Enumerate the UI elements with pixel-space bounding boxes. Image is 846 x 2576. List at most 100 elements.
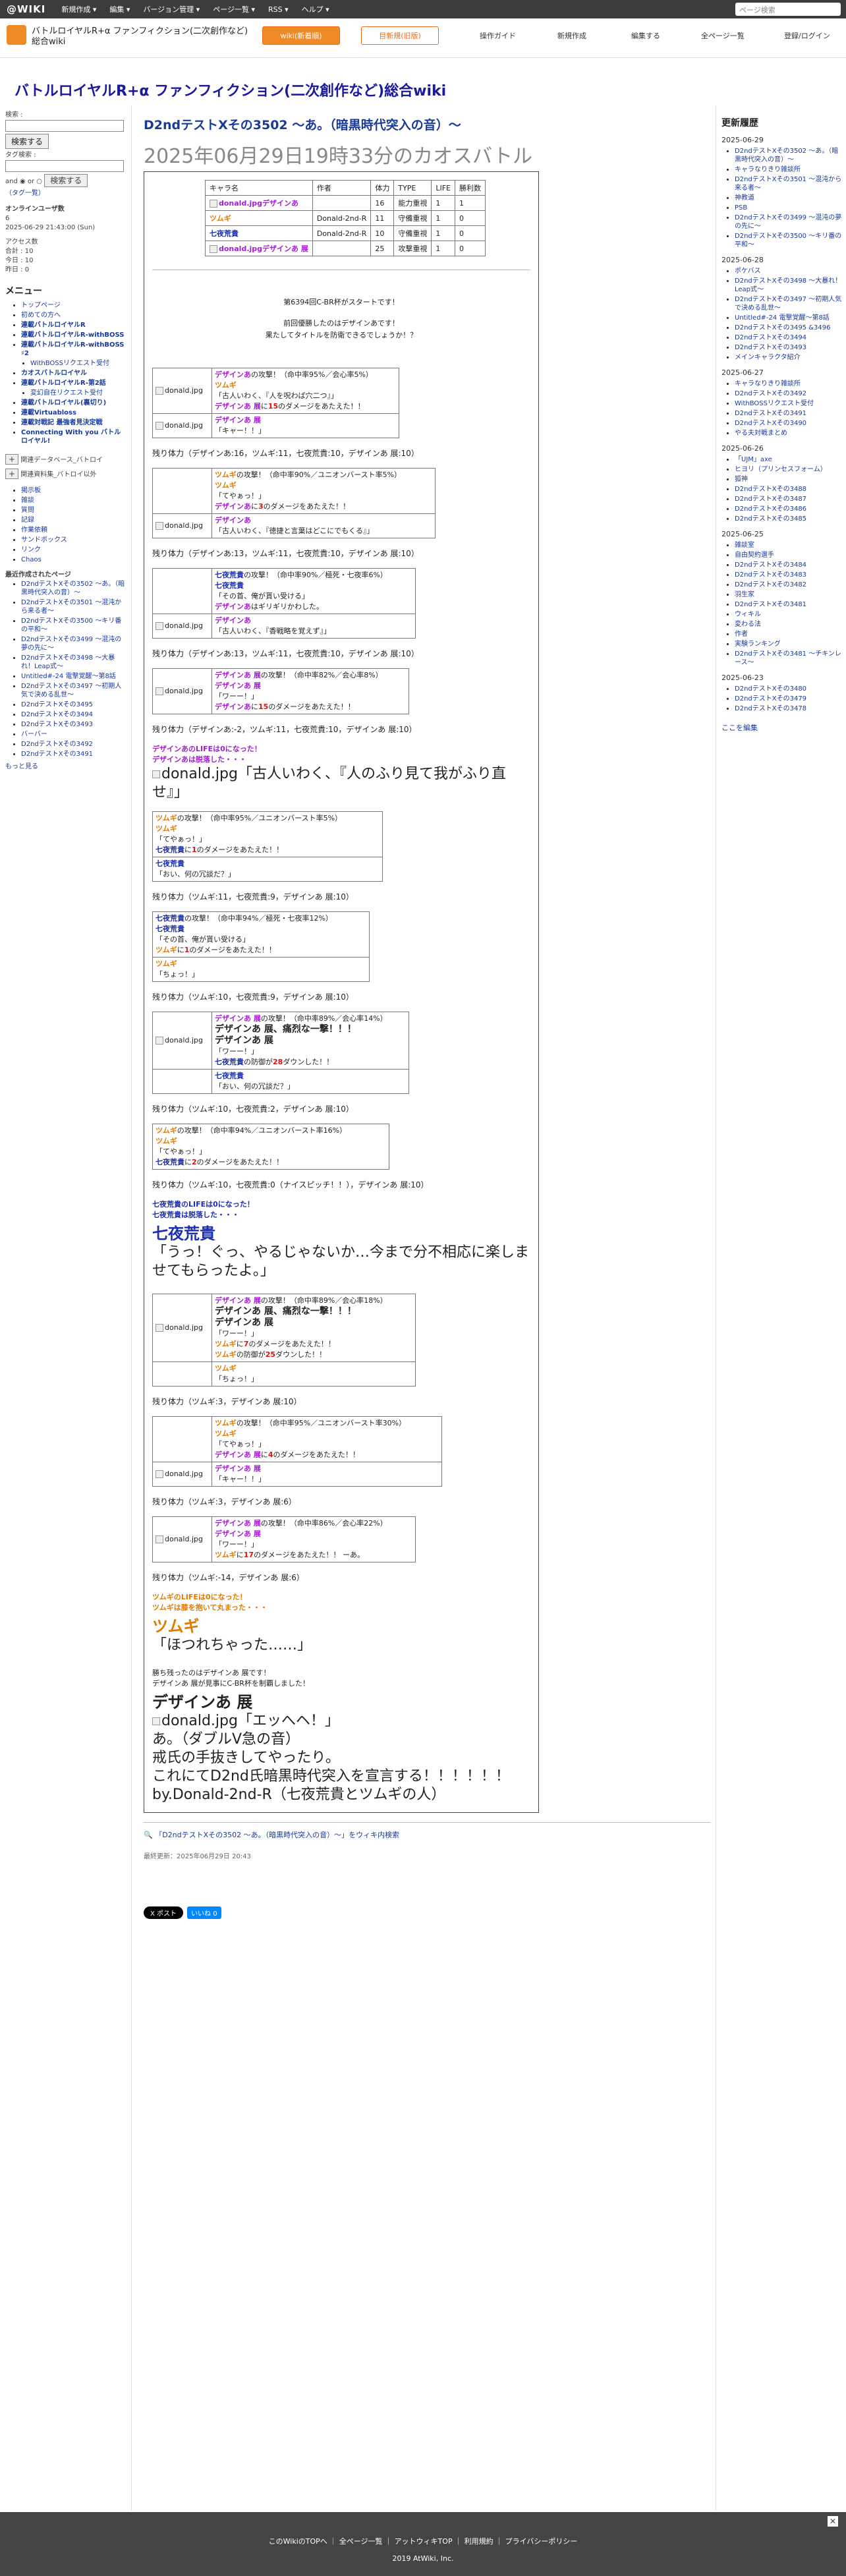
history-item[interactable]: キャラなりきり雑談所 <box>735 166 801 173</box>
menu-item[interactable]: 連載バトルロイヤルR-withBOSS <box>21 331 125 339</box>
history-item[interactable]: D2ndテストXその3483 <box>735 571 806 579</box>
menu-item[interactable]: 連載バトルロイヤルR-withBOSS ♯2 <box>21 341 125 357</box>
history-item[interactable]: 神教道 <box>735 194 754 202</box>
history-item[interactable]: WithBOSSリクエスト受付 <box>735 400 814 407</box>
search-input[interactable] <box>5 120 124 132</box>
menu-item[interactable]: WithBOSSリクエスト受付 <box>30 360 109 367</box>
footer-link[interactable]: 全ページ一覧 <box>339 2537 383 2546</box>
menu-item[interactable]: 連載Virtuabloss <box>21 409 76 416</box>
recent-item[interactable]: D2ndテストXその3501 〜混沌から来る者〜 <box>21 599 121 615</box>
history-item[interactable]: D2ndテストXその3493 <box>735 344 806 351</box>
menu-item[interactable]: カオスバトルロイヤル <box>21 370 87 377</box>
misc-item[interactable]: 質問 <box>21 507 34 514</box>
all-pages-link[interactable]: 全ページ一覧 <box>701 30 745 41</box>
close-icon[interactable]: ✕ <box>828 2516 838 2527</box>
history-item[interactable]: やる夫対戦まとめ <box>735 430 787 437</box>
expand-toggle[interactable]: + <box>5 469 19 479</box>
history-item[interactable]: D2ndテストXその3491 <box>735 410 806 417</box>
create-link[interactable]: 新規作成 <box>557 30 586 41</box>
history-item[interactable]: 変わる法 <box>735 621 761 628</box>
menu-item[interactable]: トップページ <box>21 302 61 309</box>
history-item[interactable]: ヒヨリ（プリンセスフォーム） <box>735 466 827 473</box>
tag-search-input[interactable] <box>5 160 124 172</box>
misc-item[interactable]: 記録 <box>21 517 34 524</box>
misc-item[interactable]: リンク <box>21 546 41 554</box>
recent-item[interactable]: D2ndテストXその3495 <box>21 701 93 708</box>
history-item[interactable]: ポケバス <box>735 268 761 275</box>
history-item[interactable]: ウィキル <box>735 611 761 618</box>
menu-item[interactable]: 変幻自在リクエスト受付 <box>30 389 103 397</box>
like-button[interactable]: いいね 0 <box>187 1906 221 1919</box>
recent-item[interactable]: D2ndテストXその3502 〜あ。（暗黒時代突入の音）〜 <box>21 581 125 596</box>
site-name[interactable]: バトルロイヤルR+α ファンフィクション(二次創作など)総合wiki <box>32 26 256 47</box>
menu-pages[interactable]: ページ一覧 ▾ <box>206 4 262 14</box>
menu-item[interactable]: 連載バトルロイヤルR <box>21 322 86 329</box>
history-item[interactable]: 雑談室 <box>735 542 754 549</box>
menu-item[interactable]: 連載バトルロイヤル(裏切り) <box>21 399 106 407</box>
history-item[interactable]: D2ndテストXその3499 〜混沌の夢の先に〜 <box>735 214 841 230</box>
recent-item[interactable]: D2ndテストXその3500 〜キリ番の平和〜 <box>21 617 121 633</box>
menu-item[interactable]: 初めての方へ <box>21 312 61 319</box>
history-item[interactable]: D2ndテストXその3485 <box>735 515 806 523</box>
history-item[interactable]: D2ndテストXその3484 <box>735 561 806 569</box>
recent-item[interactable]: D2ndテストXその3493 <box>21 721 93 728</box>
history-item[interactable]: D2ndテストXその3494 <box>735 334 806 341</box>
history-item[interactable]: キャラなりきり雑談所 <box>735 380 801 387</box>
history-item[interactable]: D2ndテストXその3479 <box>735 695 806 702</box>
search-button[interactable]: 検索する <box>5 134 49 149</box>
page-search-input[interactable]: ページ検索 <box>735 3 841 16</box>
recent-item[interactable]: D2ndテストXその3498 〜大暴れ！Leap式〜 <box>21 654 115 670</box>
history-item[interactable]: 実験ランキング <box>735 641 781 648</box>
tag-list-link[interactable]: （タグ一覧） <box>5 190 45 197</box>
recent-item[interactable]: Untitled#-24 電撃覚醒〜第8話 <box>21 673 116 680</box>
main-title[interactable]: バトルロイヤルR+α ファンフィクション(二次創作など)総合wiki <box>14 79 446 100</box>
menu-edit[interactable]: 編集 ▾ <box>103 4 136 14</box>
history-item[interactable]: D2ndテストXその3487 <box>735 496 806 503</box>
more-link[interactable]: もっと見る <box>5 763 38 770</box>
and-or-radio[interactable]: and ◉ or ○ <box>5 178 42 185</box>
footer-link[interactable]: 利用規約 <box>465 2537 494 2546</box>
history-item[interactable]: 羽生家 <box>735 591 754 598</box>
tree-db[interactable]: 関連データベース_バトロイ <box>20 457 103 464</box>
recent-item[interactable]: D2ndテストXその3497 〜初期人気で決める乱世〜 <box>21 683 121 699</box>
history-item[interactable]: Untitled#-24 電撃覚醒〜第8話 <box>735 314 830 322</box>
recent-item[interactable]: D2ndテストXその3499 〜混沌の夢の先に〜 <box>21 636 121 652</box>
wiki-new-button[interactable]: wiki(新着順) <box>262 26 340 45</box>
wiki-search-link[interactable]: 「D2ndテストXその3502 〜あ。（暗黒時代突入の音）〜」をウィキ内検索 <box>155 1831 399 1839</box>
expand-toggle[interactable]: + <box>5 454 19 465</box>
history-item[interactable]: メインキャラクタ紹介 <box>735 354 801 361</box>
footer-link[interactable]: アットウィキTOP <box>395 2537 453 2546</box>
atwiki-logo[interactable]: @WIKI <box>0 3 55 15</box>
menu-item[interactable]: Connecting With you バトルロイヤル! <box>21 429 121 445</box>
edit-link[interactable]: 編集する <box>631 30 660 41</box>
history-item[interactable]: D2ndテストXその3482 <box>735 581 806 588</box>
misc-item[interactable]: 作業依頼 <box>21 527 47 534</box>
history-item[interactable]: 作者 <box>735 631 748 638</box>
misc-item[interactable]: Chaos <box>21 556 42 563</box>
misc-item[interactable]: 掲示板 <box>21 487 41 494</box>
history-item[interactable]: D2ndテストXその3498 〜大暴れ！Leap式〜 <box>735 277 841 293</box>
menu-help[interactable]: ヘルプ ▾ <box>295 4 336 14</box>
history-item[interactable]: D2ndテストXその3480 <box>735 685 806 693</box>
menu-item[interactable]: 連載バトルロイヤルR-第2話 <box>21 380 106 387</box>
footer-link[interactable]: プライバシーポリシー <box>505 2537 578 2546</box>
history-item[interactable]: D2ndテストXその3492 <box>735 390 806 397</box>
old-version-button[interactable]: 目新規(旧版) <box>361 26 439 45</box>
history-item[interactable]: PSB <box>735 204 747 212</box>
menu-item[interactable]: 連載対戦記 最強者見決定戦 <box>21 419 102 426</box>
tag-search-button[interactable]: 検索する <box>44 174 88 187</box>
misc-item[interactable]: サンドボックス <box>21 536 67 544</box>
menu-version[interactable]: バージョン管理 ▾ <box>136 4 206 14</box>
history-item[interactable]: D2ndテストXその3500 〜キリ番の平和〜 <box>735 233 841 248</box>
tree-docs[interactable]: 関連資料集_バトロイ以外 <box>20 471 96 478</box>
history-item[interactable]: D2ndテストXその3478 <box>735 705 806 712</box>
history-item[interactable]: D2ndテストXその3497 〜初期人気で決める乱世〜 <box>735 296 841 312</box>
guide-link[interactable]: 操作ガイド <box>480 30 516 41</box>
history-item[interactable]: D2ndテストXその3501 〜混沌から来る者〜 <box>735 176 841 192</box>
history-item[interactable]: D2ndテストXその3481 〜チキンレース〜 <box>735 650 841 666</box>
history-item[interactable]: D2ndテストXその3502 〜あ。（暗黒時代突入の音）〜 <box>735 148 838 163</box>
recent-item[interactable]: D2ndテストXその3494 <box>21 711 93 718</box>
history-item[interactable]: D2ndテストXその3486 <box>735 505 806 513</box>
menu-new[interactable]: 新規作成 ▾ <box>55 4 103 14</box>
edit-sidebar-link[interactable]: ここを編集 <box>721 724 758 732</box>
